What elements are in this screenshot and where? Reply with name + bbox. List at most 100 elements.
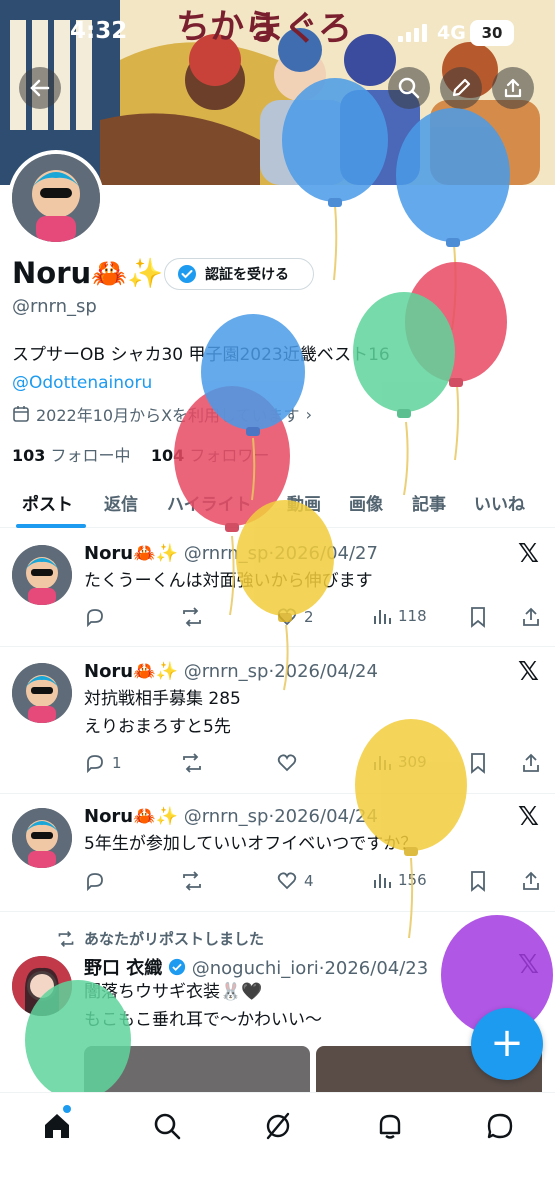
edit-button[interactable] [440, 67, 482, 109]
post-item[interactable]: Noru🦀✨ @rnrn_sp·2026/04/27 𝕏 たくうーくんは対面強い… [0, 529, 555, 647]
avatar-image [12, 956, 72, 1016]
views-count: 309 [398, 753, 427, 771]
back-arrow-icon [30, 79, 50, 97]
post-author-name[interactable]: 野口 衣織 [84, 958, 162, 979]
repost-button[interactable] [180, 606, 210, 628]
messages-icon[interactable] [485, 1111, 515, 1141]
x-logo-icon: 𝕏 [518, 802, 539, 832]
home-icon[interactable] [42, 1111, 72, 1141]
post-header: Noru🦀✨ @rnrn_sp·2026/04/24 [84, 661, 378, 682]
joined-text: 2022年10月からXを利用しています [36, 406, 300, 425]
views-button[interactable]: 118 [372, 606, 427, 626]
post-meta: @rnrn_sp·2026/04/24 [183, 806, 378, 827]
tab-likes[interactable]: いいね [474, 490, 525, 515]
followers-link[interactable]: 104 フォロワー [151, 446, 270, 465]
like-count: 2 [304, 608, 314, 626]
post-header: Noru🦀✨ @rnrn_sp·2026/04/24 [84, 806, 378, 827]
followers-label: フォロワー [189, 446, 270, 465]
bookmark-icon [471, 871, 485, 892]
post-item[interactable]: Noru🦀✨ @rnrn_sp·2026/04/24 𝕏 対抗戦相手募集 285… [0, 647, 555, 794]
tab-images[interactable]: 画像 [349, 490, 383, 515]
repost-note: あなたがリポストしました [56, 928, 264, 949]
share-post-button[interactable] [520, 870, 542, 892]
bookmark-button[interactable] [468, 870, 488, 892]
post-media-image[interactable] [84, 1046, 310, 1094]
verify-button[interactable]: 認証を受ける [164, 258, 314, 290]
profile-handle: @rnrn_sp [12, 296, 97, 317]
notifications-icon[interactable] [375, 1111, 405, 1141]
bio-link[interactable]: @Odottenainoru [12, 369, 390, 397]
bookmark-button[interactable] [468, 752, 488, 774]
x-logo-icon: 𝕏 [518, 950, 539, 980]
bio-text: スプサーOB シャカ30 甲子園2023近畿ベスト16 [12, 345, 390, 365]
bookmark-button[interactable] [468, 606, 488, 628]
share-post-button[interactable] [520, 606, 542, 628]
joined-date[interactable]: 2022年10月からXを利用しています › [12, 402, 312, 426]
chevron-right-icon: › [305, 404, 312, 424]
tab-articles[interactable]: 記事 [412, 490, 446, 515]
share-button[interactable] [492, 67, 534, 109]
grok-icon[interactable] [263, 1111, 293, 1141]
reply-button[interactable]: 1 [84, 752, 122, 774]
views-count: 118 [398, 607, 427, 625]
tab-videos[interactable]: 動画 [287, 490, 321, 515]
following-link[interactable]: 103 フォロー中 [12, 446, 131, 465]
like-button[interactable]: 2 [276, 606, 314, 628]
views-button[interactable]: 156 [372, 870, 427, 890]
share-post-button[interactable] [520, 752, 542, 774]
post-avatar[interactable] [12, 808, 72, 868]
avatar-image [12, 545, 72, 605]
tab-replies[interactable]: 返信 [104, 490, 138, 515]
like-button[interactable]: 4 [276, 870, 314, 892]
post-text: 闇落ちウサギ衣装🐰🖤 もこもこ垂れ耳で〜かわいい〜 [84, 982, 322, 1030]
post-author-name[interactable]: Noru🦀✨ [84, 543, 178, 564]
post-avatar[interactable] [12, 545, 72, 605]
views-button[interactable]: 309 [372, 752, 427, 772]
tab-posts[interactable]: ポスト [22, 490, 73, 515]
reply-button[interactable] [84, 606, 112, 628]
post-meta: @rnrn_sp·2026/04/27 [183, 543, 378, 564]
repost-icon [58, 930, 74, 947]
post-item[interactable]: Noru🦀✨ @rnrn_sp·2026/04/24 𝕏 5年生が参加していいオ… [0, 794, 555, 912]
search-icon [398, 77, 420, 99]
repost-icon [183, 753, 201, 773]
profile-banner[interactable]: ちから まぐろ 4:32 4G 30 [0, 0, 555, 185]
status-bar: 4:32 4G 30 [0, 0, 555, 66]
back-button[interactable] [19, 67, 61, 109]
post-meta: @noguchi_iori·2026/04/23 [191, 958, 429, 979]
repost-button[interactable] [180, 752, 210, 774]
tab-highlights[interactable]: ハイライト [167, 490, 252, 515]
post-author-name[interactable]: Noru🦀✨ [84, 661, 178, 682]
status-time: 4:32 [70, 18, 128, 44]
like-count: 4 [304, 872, 314, 890]
post-text: 対抗戦相手募集 285 えりおまろすと5先 [84, 689, 241, 737]
search-button[interactable] [388, 67, 430, 109]
calendar-icon [13, 406, 29, 422]
profile-name: Noru🦀✨ [12, 256, 164, 290]
verified-badge-icon [168, 958, 186, 976]
share-icon [504, 78, 522, 98]
compose-post-button[interactable]: + [471, 1008, 543, 1080]
profile-avatar[interactable] [8, 150, 104, 246]
post-avatar[interactable] [12, 956, 72, 1016]
reply-icon [87, 609, 103, 628]
x-logo-icon: 𝕏 [518, 539, 539, 569]
search-icon[interactable] [152, 1111, 182, 1141]
views-icon [374, 874, 391, 888]
post-actions: 4 156 [84, 870, 544, 896]
reply-button[interactable] [84, 870, 112, 892]
post-text: たくうーくんは対面強いから伸びます [84, 571, 373, 591]
share-icon [523, 871, 539, 890]
repost-button[interactable] [180, 870, 210, 892]
followers-count: 104 [150, 446, 185, 465]
balloon-decoration [405, 262, 507, 461]
views-icon [374, 756, 391, 770]
following-count: 103 [12, 446, 46, 465]
like-button[interactable] [276, 752, 304, 774]
post-avatar[interactable] [12, 663, 72, 723]
repost-icon [183, 871, 201, 891]
heart-icon [277, 608, 297, 626]
repost-icon [183, 607, 201, 627]
post-author-name[interactable]: Noru🦀✨ [84, 806, 178, 827]
network-label: 4G [437, 22, 466, 44]
